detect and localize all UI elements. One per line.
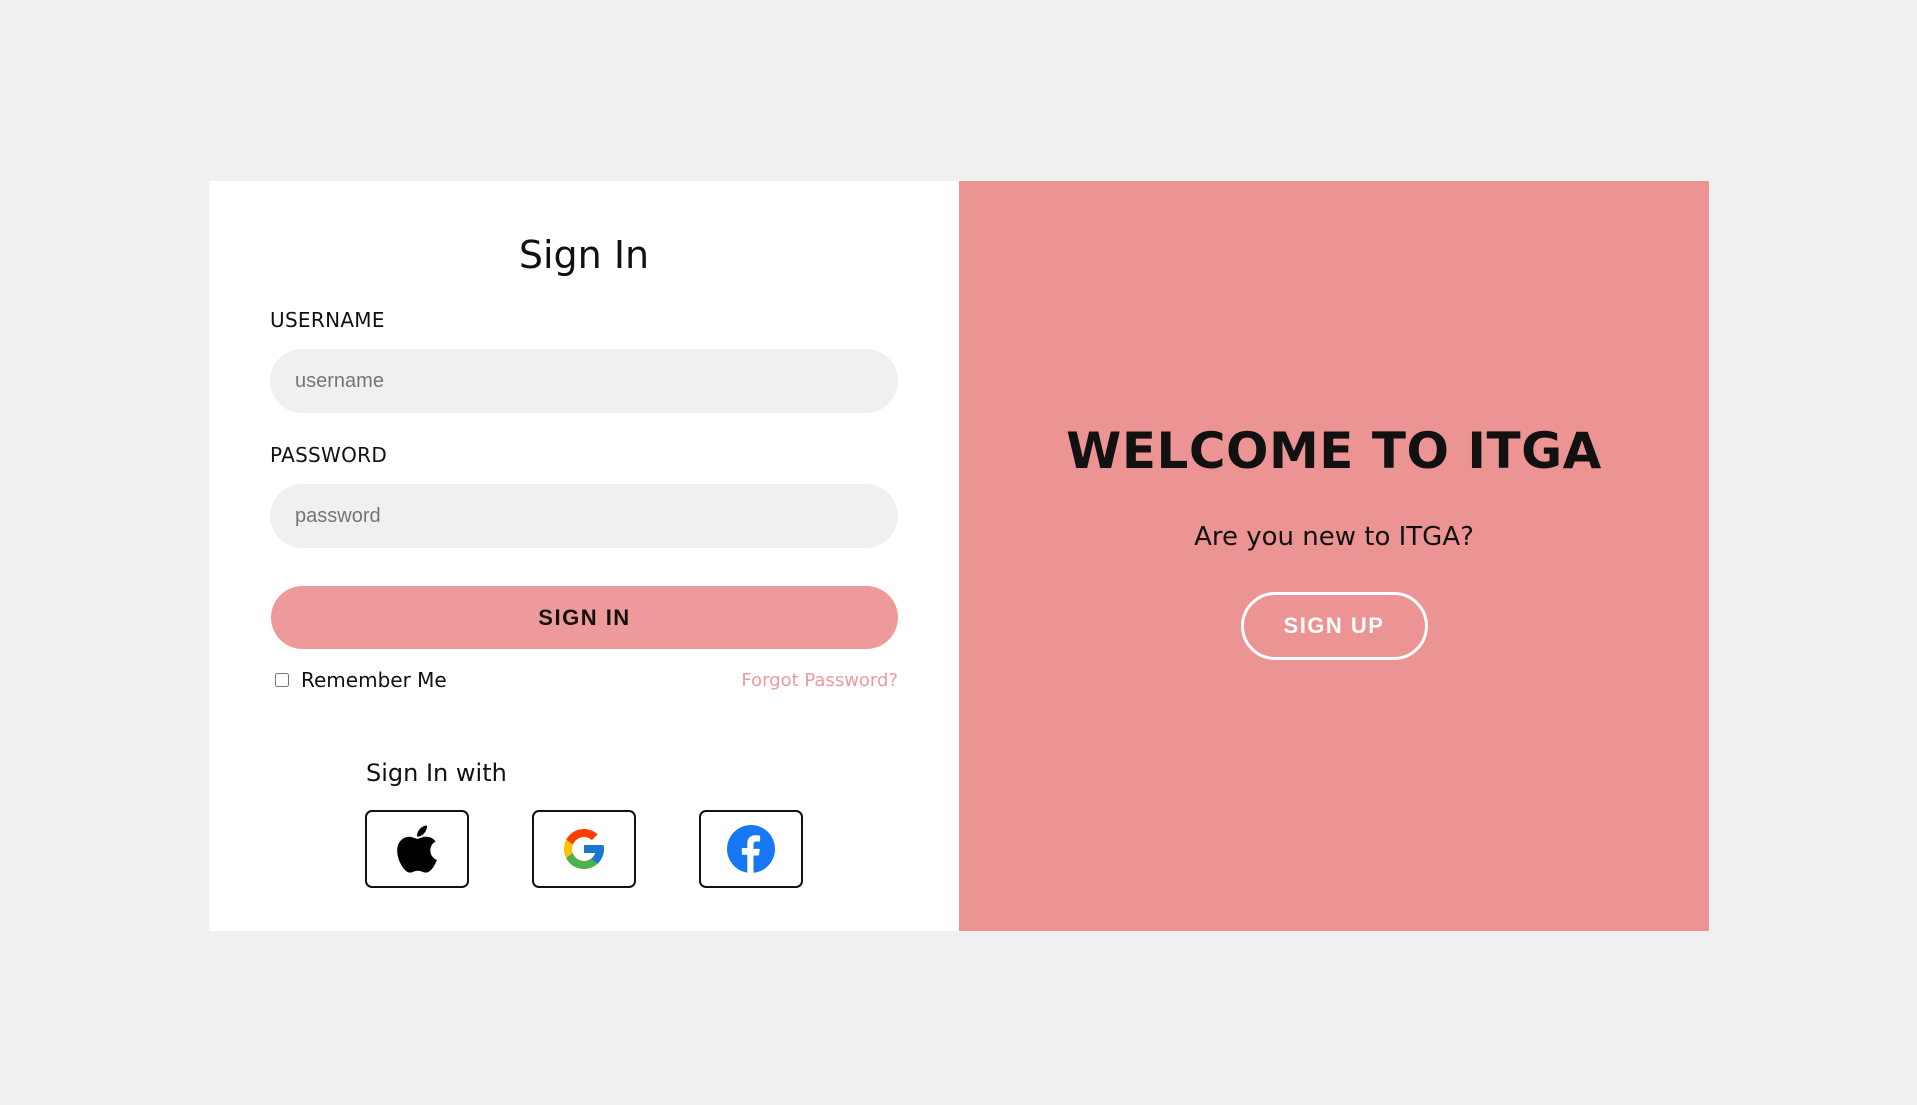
signin-panel: Sign In USERNAME PASSWORD SIGN IN Rememb… xyxy=(209,181,959,931)
auth-card: Sign In USERNAME PASSWORD SIGN IN Rememb… xyxy=(209,181,1709,931)
sign-in-button[interactable]: SIGN IN xyxy=(271,586,898,649)
google-icon xyxy=(564,829,604,869)
sign-up-button[interactable]: SIGN UP xyxy=(1240,592,1428,660)
facebook-signin-button[interactable] xyxy=(699,810,803,888)
username-input[interactable] xyxy=(270,349,898,413)
password-label: PASSWORD xyxy=(270,443,388,467)
username-label: USERNAME xyxy=(270,308,385,332)
remember-me-checkbox[interactable] xyxy=(275,673,289,687)
welcome-content: WELCOME TO ITGA Are you new to ITGA? SIG… xyxy=(1066,422,1602,770)
facebook-icon xyxy=(727,825,775,873)
signin-title: Sign In xyxy=(518,233,650,277)
remember-me-label[interactable]: Remember Me xyxy=(301,668,447,692)
welcome-subtitle: Are you new to ITGA? xyxy=(1194,522,1474,552)
forgot-password-link[interactable]: Forgot Password? xyxy=(741,670,898,691)
apple-signin-button[interactable] xyxy=(365,810,469,888)
google-signin-button[interactable] xyxy=(532,810,636,888)
apple-icon xyxy=(397,825,437,873)
welcome-panel: WELCOME TO ITGA Are you new to ITGA? SIG… xyxy=(959,181,1709,931)
welcome-title: WELCOME TO ITGA xyxy=(1066,422,1602,480)
remember-me: Remember Me xyxy=(275,668,447,692)
social-signin-title: Sign In with xyxy=(366,759,507,787)
password-input[interactable] xyxy=(270,484,898,548)
